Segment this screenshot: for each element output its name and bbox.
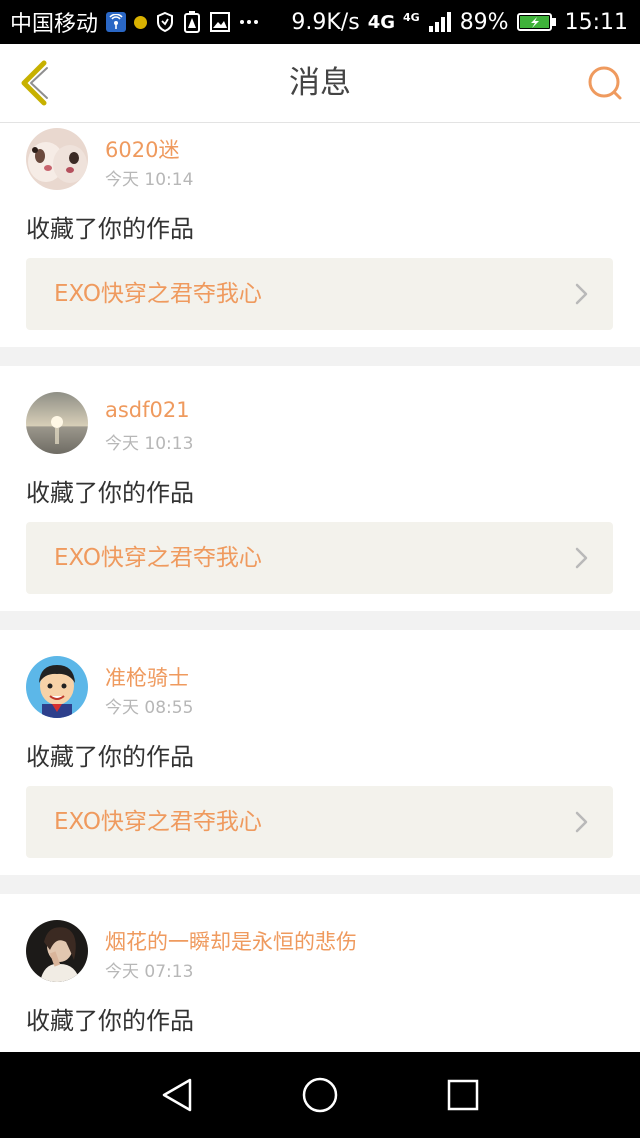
timestamp: 今天 07:13 — [105, 962, 194, 982]
username[interactable]: 烟花的一瞬却是永恒的悲伤 — [105, 926, 357, 956]
work-link[interactable]: EXO快穿之君夺我心 — [26, 258, 613, 330]
work-link[interactable]: EXO快穿之君夺我心 — [26, 522, 613, 594]
network-speed: 9.9K/s — [291, 9, 360, 35]
home-circle-icon — [302, 1077, 338, 1113]
timestamp: 今天 10:14 — [105, 170, 194, 190]
message-card: 准枪骑士 今天 08:55 收藏了你的作品 EXO快穿之君夺我心 — [0, 630, 640, 875]
username[interactable]: 准枪骑士 — [105, 662, 189, 692]
battery-percent: 89% — [459, 9, 509, 35]
wifi-hotspot-icon — [106, 12, 127, 32]
action-text: 收藏了你的作品 — [26, 1007, 194, 1035]
action-text: 收藏了你的作品 — [26, 743, 194, 771]
timestamp: 今天 08:55 — [105, 698, 194, 718]
chevron-right-icon — [575, 283, 588, 305]
clock-time: 15:11 — [564, 9, 628, 35]
work-title: EXO快穿之君夺我心 — [54, 809, 262, 835]
username[interactable]: 6020迷 — [105, 134, 179, 164]
work-title: EXO快穿之君夺我心 — [54, 281, 262, 307]
message-card: 6020迷 今天 10:14 收藏了你的作品 EXO快穿之君夺我心 — [0, 123, 640, 347]
notification-dot-icon — [134, 15, 148, 29]
app-header: 消息 — [0, 44, 640, 123]
avatar[interactable] — [26, 920, 88, 982]
message-card: 烟花的一瞬却是永恒的悲伤 今天 07:13 收藏了你的作品 — [0, 894, 640, 1052]
recents-square-icon — [447, 1079, 479, 1111]
signal-icon — [428, 11, 452, 33]
search-icon — [588, 66, 622, 100]
vpn-shield-icon — [155, 11, 175, 33]
search-button[interactable] — [584, 62, 626, 104]
chevron-right-icon — [575, 547, 588, 569]
action-text: 收藏了你的作品 — [26, 479, 194, 507]
avatar[interactable] — [26, 656, 88, 718]
image-icon — [209, 11, 231, 33]
nav-recents-button[interactable] — [444, 1076, 482, 1114]
battery-saver-icon — [183, 10, 201, 34]
action-text: 收藏了你的作品 — [26, 215, 194, 243]
battery-icon — [516, 12, 557, 32]
more-icon — [239, 19, 259, 25]
message-card: asdf021 今天 10:13 收藏了你的作品 EXO快穿之君夺我心 — [0, 366, 640, 611]
network-type-label: 4G — [367, 11, 395, 33]
page-title: 消息 — [289, 65, 351, 101]
status-bar: 中国移动 9.9K/s 4G 4G 89% 15:11 — [0, 0, 640, 44]
work-link[interactable]: EXO快穿之君夺我心 — [26, 786, 613, 858]
system-nav-bar — [0, 1052, 640, 1138]
back-triangle-icon — [162, 1078, 192, 1112]
work-title: EXO快穿之君夺我心 — [54, 545, 262, 571]
timestamp: 今天 10:13 — [105, 434, 194, 454]
chevron-right-icon — [575, 811, 588, 833]
avatar[interactable] — [26, 128, 88, 190]
network-type-small-label: 4G — [403, 10, 420, 24]
carrier-name: 中国移动 — [10, 12, 99, 37]
nav-home-button[interactable] — [301, 1076, 339, 1114]
nav-back-button[interactable] — [158, 1076, 196, 1114]
message-list[interactable]: 6020迷 今天 10:14 收藏了你的作品 EXO快穿之君夺我心 asdf02… — [0, 123, 640, 1052]
username[interactable]: asdf021 — [105, 398, 190, 422]
avatar[interactable] — [26, 392, 88, 454]
